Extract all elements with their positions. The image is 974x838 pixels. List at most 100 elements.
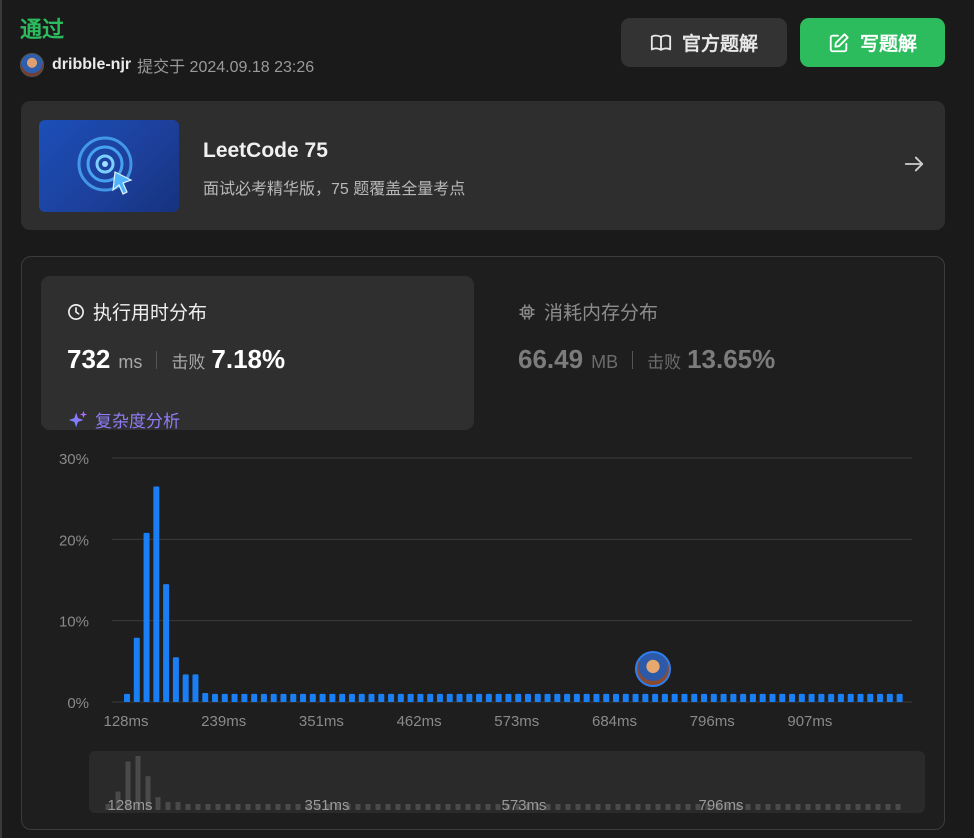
chart-bar (691, 693, 698, 702)
chart-bar (221, 693, 228, 702)
chart-bar (847, 693, 854, 702)
chart-bar (554, 693, 561, 702)
brush-bar (405, 804, 411, 810)
chart-bar (857, 693, 864, 702)
chart-bar (397, 693, 404, 702)
chart-bar (789, 693, 796, 702)
chart-x-tick-label: 796ms (690, 713, 735, 730)
chart-bar (280, 693, 287, 702)
chart-bar (368, 693, 375, 702)
chart-bar (759, 693, 766, 702)
brush-tick-label: 351ms (304, 797, 349, 814)
brush-bar (815, 804, 821, 810)
brush-bar (415, 804, 421, 810)
brush-bar (775, 804, 781, 810)
chart-x-tick-label: 239ms (201, 713, 246, 730)
chart-bar (485, 693, 492, 702)
chart-bar (603, 693, 610, 702)
chart-bar (593, 693, 600, 702)
brush-tick-label: 128ms (107, 797, 152, 814)
chart-bar (407, 693, 414, 702)
chart-x-tick-label: 573ms (494, 713, 539, 730)
current-submission-avatar-marker[interactable] (635, 651, 671, 687)
brush-bar (445, 804, 451, 810)
chart-bar (720, 693, 727, 702)
chart-bar (798, 693, 805, 702)
brush-bar (845, 804, 851, 810)
chart-x-tick-label: 351ms (299, 713, 344, 730)
brush-bar (795, 804, 801, 810)
chart-bar (182, 674, 189, 702)
chart-y-tick-label: 20% (59, 532, 89, 549)
brush-bar (635, 804, 641, 810)
chart-bar (642, 693, 649, 702)
brush-bar (655, 804, 661, 810)
chart-bar (212, 693, 219, 702)
brush-tick-label: 573ms (501, 797, 546, 814)
chart-bar (309, 693, 316, 702)
brush-bar (225, 804, 231, 810)
chart-bar (476, 693, 483, 702)
chart-bar (867, 693, 874, 702)
brush-bar (205, 804, 211, 810)
chart-bar (241, 693, 248, 702)
brush-bar (645, 804, 651, 810)
chart-bar (192, 674, 199, 702)
brush-bar (265, 804, 271, 810)
brush-bar (625, 804, 631, 810)
submission-result-panel: 通过 dribble-njr 提交于 2024.09.18 23:26 官方题解… (0, 0, 974, 838)
chart-bar (749, 693, 756, 702)
brush-bar (475, 804, 481, 810)
brush-bar (385, 804, 391, 810)
chart-bar (319, 693, 326, 702)
brush-bar (215, 804, 221, 810)
chart-bar (769, 693, 776, 702)
brush-bar (785, 804, 791, 810)
chart-x-tick-label: 907ms (787, 713, 832, 730)
chart-bar (251, 693, 258, 702)
chart-bar (133, 637, 140, 702)
chart-bar (779, 693, 786, 702)
brush-bar (685, 804, 691, 810)
chart-bar (495, 693, 502, 702)
brush-bar (875, 804, 881, 810)
chart-bar (505, 693, 512, 702)
runtime-distribution-chart[interactable]: 30% 20% 10% 0% 128ms 239ms 351ms 462ms 573ms 684m… (0, 0, 974, 838)
chart-bar (378, 693, 385, 702)
chart-x-tick-label: 462ms (397, 713, 442, 730)
chart-bar (466, 693, 473, 702)
chart-bar (456, 693, 463, 702)
chart-bar (564, 693, 571, 702)
brush-tick-label: 796ms (698, 797, 743, 814)
brush-bar (665, 804, 671, 810)
chart-bar (632, 693, 639, 702)
brush-bar (275, 804, 281, 810)
brush-bar (805, 804, 811, 810)
chart-bar (515, 693, 522, 702)
brush-bar (835, 804, 841, 810)
chart-bar (652, 693, 659, 702)
brush-bar (615, 804, 621, 810)
chart-x-tick-label: 128ms (103, 713, 148, 730)
chart-bar (348, 693, 355, 702)
chart-bar (837, 693, 844, 702)
chart-bar (300, 693, 307, 702)
chart-bar (886, 693, 893, 702)
chart-bar (701, 693, 708, 702)
chart-bar (270, 693, 277, 702)
brush-bar (745, 804, 751, 810)
brush-bar (175, 802, 181, 810)
chart-bar (524, 693, 531, 702)
chart-bar (818, 693, 825, 702)
chart-y-tick-label: 10% (59, 614, 89, 631)
chart-bar (339, 693, 346, 702)
chart-bar (730, 693, 737, 702)
chart-bar (740, 693, 747, 702)
brush-bar (245, 804, 251, 810)
chart-bar (231, 693, 238, 702)
chart-bar (622, 693, 629, 702)
chart-bar (417, 693, 424, 702)
chart-bar (427, 693, 434, 702)
brush-bar (585, 804, 591, 810)
chart-bar (124, 693, 130, 702)
